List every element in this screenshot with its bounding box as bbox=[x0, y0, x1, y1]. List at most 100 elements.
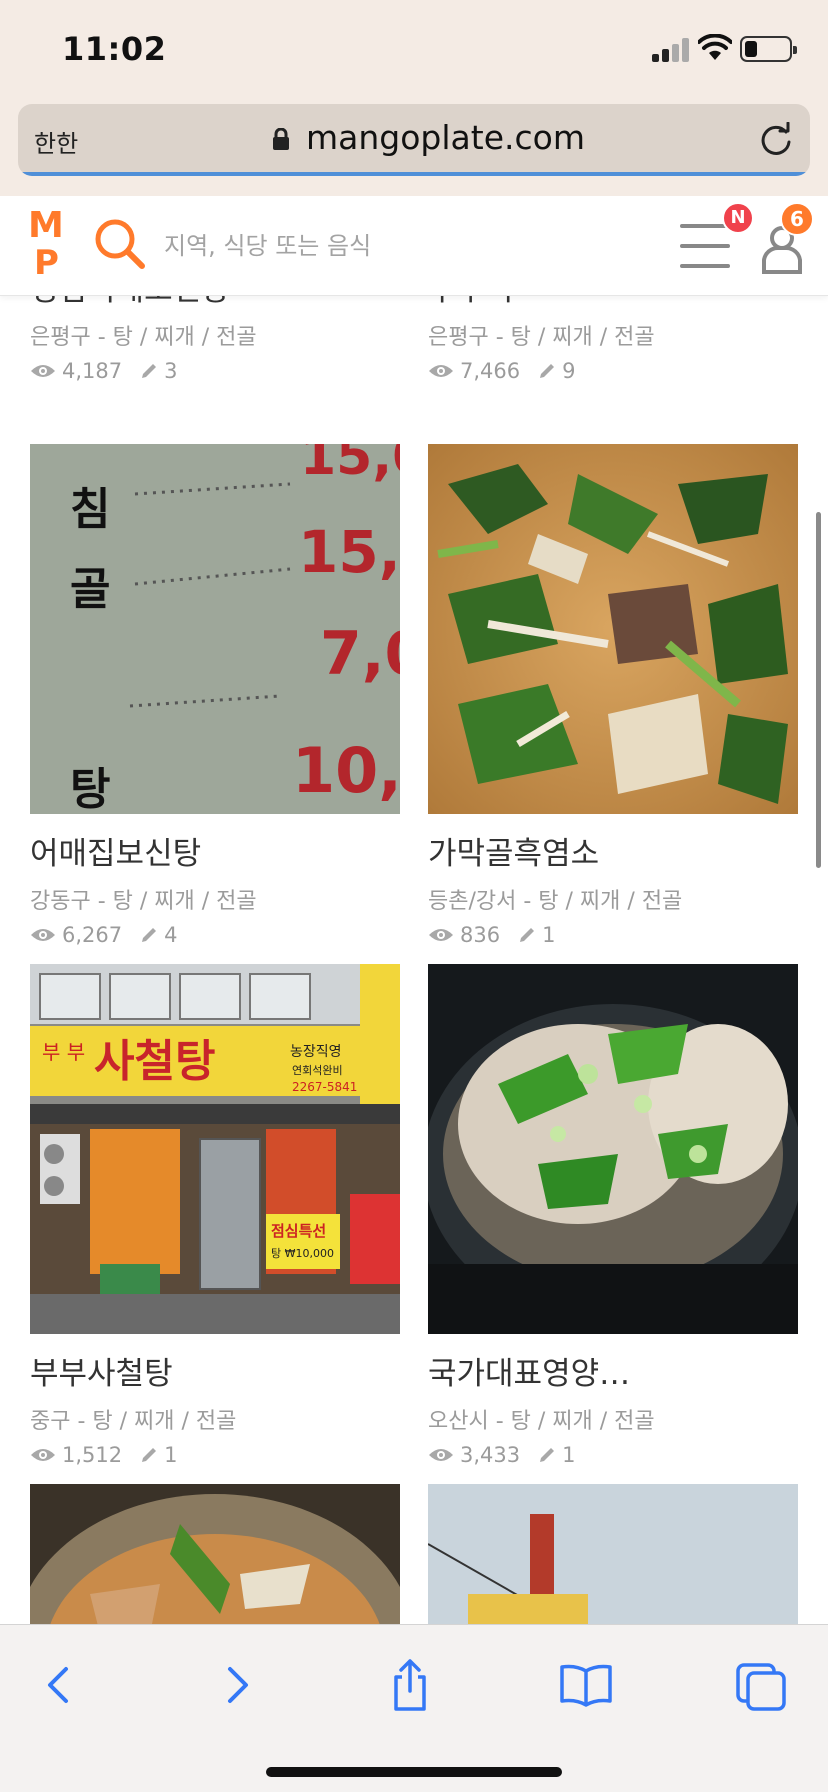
search-icon[interactable] bbox=[92, 216, 148, 272]
restaurant-stats: 3,433 1 bbox=[428, 1443, 798, 1467]
logo-m: M bbox=[28, 205, 64, 246]
restaurant-card[interactable]: 가막골흑염소 등촌/강서 - 탕 / 찌개 / 전골 836 1 bbox=[428, 444, 798, 947]
menu-icon[interactable] bbox=[680, 224, 730, 268]
eye-icon bbox=[429, 929, 453, 941]
photo-char: 탕 bbox=[70, 764, 110, 814]
pencil-icon bbox=[142, 1448, 157, 1462]
photo-price: 7,0 bbox=[320, 619, 400, 689]
reader-aa-button[interactable]: 한한 bbox=[34, 124, 78, 159]
review-count: 9 bbox=[562, 359, 576, 383]
restaurant-category: 강동구 - 탕 / 찌개 / 전골 bbox=[30, 889, 257, 914]
app-root: 11:02 한한 mangoplate.com M P 지역, 식당 또는 음식… bbox=[0, 0, 828, 1792]
restaurant-category: 은평구 - 탕 / 찌개 / 전골 bbox=[30, 325, 257, 350]
restaurant-stats: 1,512 1 bbox=[30, 1443, 400, 1467]
building-sign-image bbox=[428, 1484, 798, 1624]
home-indicator[interactable] bbox=[266, 1767, 562, 1777]
restaurant-category: 등촌/강서 - 탕 / 찌개 / 전골 bbox=[428, 889, 683, 914]
restaurant-category: 오산시 - 탕 / 찌개 / 전골 bbox=[428, 1409, 655, 1434]
view-count: 1,512 bbox=[62, 1443, 123, 1467]
reload-icon[interactable] bbox=[758, 122, 794, 158]
view-count: 4,187 bbox=[62, 359, 123, 383]
back-icon[interactable] bbox=[30, 1655, 90, 1715]
restaurant-card[interactable]: 침 골 탕 15,0 15,0 7,0 10,0 어매집보신탕 강동구 - 탕 … bbox=[30, 444, 400, 947]
site-header: M P N 6 bbox=[0, 196, 828, 296]
restaurant-name[interactable]: 가막골흑염소 bbox=[428, 828, 798, 873]
restaurant-card[interactable]: 부 부 사철탕 농장직영 연회석완비 2267-5841 점심특선 탕 ₩10,… bbox=[30, 964, 400, 1467]
page-load-progress bbox=[18, 172, 810, 176]
status-bar: 11:02 bbox=[0, 0, 828, 96]
forward-icon[interactable] bbox=[206, 1655, 266, 1715]
restaurant-photo[interactable]: 침 골 탕 15,0 15,0 7,0 10,0 bbox=[30, 444, 400, 814]
notification-badge: N bbox=[722, 202, 754, 234]
cellular-signal-icon bbox=[652, 38, 692, 62]
restaurant-name[interactable]: 국가대표영양… bbox=[428, 1348, 798, 1393]
review-count: 1 bbox=[542, 923, 556, 947]
sign-text: 탕 ₩10,000 bbox=[271, 1247, 334, 1260]
scrollbar[interactable] bbox=[816, 512, 821, 868]
sign-text: 농장직영 bbox=[290, 1044, 342, 1060]
photo-char: 침 bbox=[70, 484, 110, 535]
logo-p: P bbox=[34, 243, 59, 283]
restaurant-stats: 7,466 9 bbox=[428, 359, 798, 383]
restaurant-name[interactable]: 영심이네보신탕 bbox=[30, 296, 400, 309]
user-count-badge: 6 bbox=[780, 202, 814, 236]
photo-price: 10,0 bbox=[292, 734, 400, 807]
menu-board-image: 침 골 탕 15,0 15,0 7,0 10,0 bbox=[30, 444, 400, 814]
restaurant-name[interactable]: 부부사철탕 bbox=[30, 1348, 400, 1393]
restaurant-card[interactable] bbox=[30, 1484, 400, 1624]
restaurant-card[interactable]: 영심이네보신탕 은평구 - 탕 / 찌개 / 전골 4,187 3 bbox=[30, 296, 400, 383]
battery-icon bbox=[740, 36, 797, 62]
pencil-icon bbox=[142, 364, 157, 378]
lock-icon bbox=[273, 128, 289, 150]
stew-image bbox=[428, 444, 798, 814]
restaurant-category: 은평구 - 탕 / 찌개 / 전골 bbox=[428, 325, 655, 350]
photo-price: 15,0 bbox=[300, 444, 400, 487]
pencil-icon bbox=[520, 928, 535, 942]
eye-icon bbox=[31, 365, 55, 377]
browser-toolbar bbox=[0, 1624, 828, 1792]
mangoplate-logo[interactable]: M P bbox=[28, 208, 72, 284]
restaurant-card[interactable] bbox=[428, 1484, 798, 1624]
share-icon[interactable] bbox=[380, 1655, 440, 1715]
view-count: 3,433 bbox=[460, 1443, 521, 1467]
review-count: 3 bbox=[164, 359, 178, 383]
pencil-icon bbox=[540, 1448, 555, 1462]
restaurant-card[interactable]: 국가대표영양… 오산시 - 탕 / 찌개 / 전골 3,433 1 bbox=[428, 964, 798, 1467]
restaurant-stats: 4,187 3 bbox=[30, 359, 400, 383]
restaurant-stats: 836 1 bbox=[428, 923, 798, 947]
sign-text: 사철탕 bbox=[94, 1036, 215, 1087]
view-count: 6,267 bbox=[62, 923, 123, 947]
restaurant-category: 중구 - 탕 / 찌개 / 전골 bbox=[30, 1409, 237, 1434]
photo-price: 15,0 bbox=[298, 518, 400, 586]
restaurant-card[interactable]: 우주미 은평구 - 탕 / 찌개 / 전골 7,466 9 bbox=[428, 296, 798, 383]
review-count: 4 bbox=[164, 923, 178, 947]
tabs-icon[interactable] bbox=[732, 1655, 792, 1715]
restaurant-photo[interactable] bbox=[428, 964, 798, 1334]
restaurant-photo[interactable]: 부 부 사철탕 농장직영 연회석완비 2267-5841 점심특선 탕 ₩10,… bbox=[30, 964, 400, 1334]
restaurant-photo[interactable] bbox=[428, 444, 798, 814]
address-bar[interactable]: 한한 mangoplate.com bbox=[18, 104, 810, 176]
eye-icon bbox=[31, 1449, 55, 1461]
review-count: 1 bbox=[164, 1443, 178, 1467]
view-count: 836 bbox=[460, 923, 501, 947]
restaurant-photo[interactable] bbox=[30, 1484, 400, 1624]
restaurant-name[interactable]: 어매집보신탕 bbox=[30, 828, 400, 873]
status-time: 11:02 bbox=[62, 30, 167, 68]
restaurant-feed: 영심이네보신탕 은평구 - 탕 / 찌개 / 전골 4,187 3 우주미 은평… bbox=[0, 296, 828, 1624]
photo-char: 골 bbox=[70, 564, 110, 615]
review-count: 1 bbox=[562, 1443, 576, 1467]
sign-text: 연회석완비 bbox=[292, 1064, 343, 1077]
url-text[interactable]: mangoplate.com bbox=[306, 118, 585, 157]
bookmarks-icon[interactable] bbox=[556, 1655, 616, 1715]
restaurant-photo[interactable] bbox=[428, 1484, 798, 1624]
browser-chrome: 한한 mangoplate.com bbox=[0, 96, 828, 196]
sign-text: 부 부 bbox=[42, 1040, 85, 1064]
search-input[interactable] bbox=[164, 224, 634, 268]
wifi-icon bbox=[698, 34, 732, 60]
storefront-image: 부 부 사철탕 농장직영 연회석완비 2267-5841 점심특선 탕 ₩10,… bbox=[30, 964, 400, 1334]
sign-text: 점심특선 bbox=[271, 1222, 326, 1240]
eye-icon bbox=[31, 929, 55, 941]
restaurant-stats: 6,267 4 bbox=[30, 923, 400, 947]
pot-image bbox=[30, 1484, 400, 1624]
restaurant-name[interactable]: 우주미 bbox=[428, 296, 798, 309]
